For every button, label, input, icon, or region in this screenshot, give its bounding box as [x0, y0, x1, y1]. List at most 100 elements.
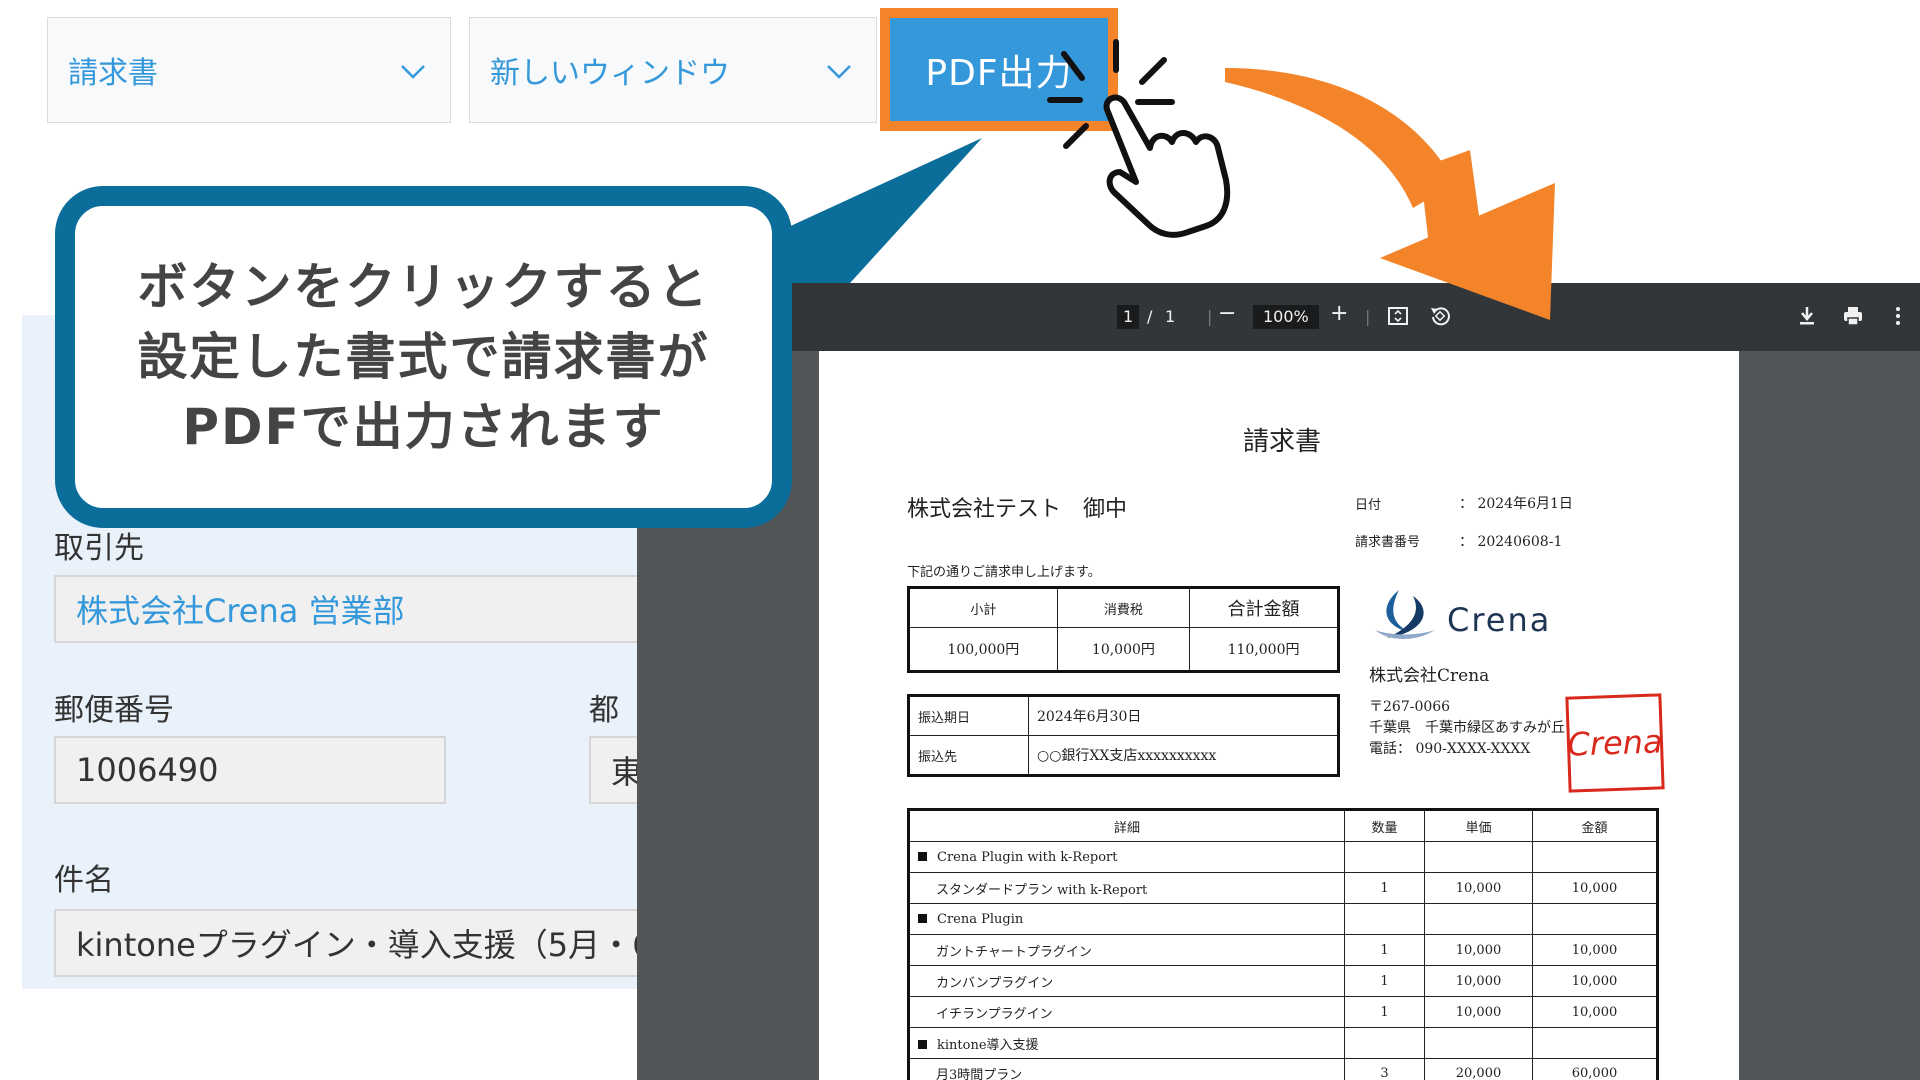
- item-name: スタンダードプラン with k-Report: [908, 872, 1345, 904]
- date-value: ： 2024年6月1日: [1459, 496, 1573, 512]
- subtotal-header: 小計: [908, 587, 1058, 628]
- detail-header: 詳細: [908, 809, 1345, 842]
- item-qty: [1344, 1027, 1425, 1059]
- window-select-value: 新しいウィンドウ: [490, 56, 730, 91]
- invoice-recipient: 株式会社テスト 御中: [907, 497, 1128, 522]
- tax-value: 10,000円: [1056, 627, 1191, 672]
- issuer-address: 千葉県 千葉市緑区あすみが丘: [1369, 720, 1565, 736]
- company-seal-stamp: Crena: [1565, 693, 1665, 793]
- item-amount: 10,000: [1532, 996, 1658, 1028]
- bank-label: 振込先: [908, 735, 1029, 776]
- crena-logo-text: Crena: [1447, 601, 1552, 639]
- invoice-intro: 下記の通りご請求申し上げます。: [907, 565, 1101, 580]
- due-date-value: 2024年6月30日: [1028, 695, 1339, 736]
- page-separator: /: [1147, 307, 1153, 326]
- due-date-label: 振込期日: [908, 695, 1029, 736]
- item-price: 20,000: [1424, 1058, 1533, 1080]
- table-row: 月3時間プラン 3 20,000 60,000: [908, 1058, 1658, 1080]
- quantity-header: 数量: [1344, 809, 1425, 842]
- amount-header: 金額: [1532, 809, 1658, 842]
- callout-line-2: 設定した書式で請求書が: [137, 328, 710, 386]
- unit-price-header: 単価: [1424, 809, 1533, 842]
- download-icon[interactable]: [1797, 305, 1817, 327]
- item-qty: 1: [1344, 934, 1425, 966]
- item-price: 10,000: [1424, 934, 1533, 966]
- pdf-viewer: 1 / 1 | − 100% + | 請求書 株式会社テスト 御中 日付 ： 2…: [637, 283, 1920, 1080]
- issuer-phone: 電話： 090-XXXX-XXXX: [1369, 741, 1531, 757]
- click-pointer-icon: [1047, 39, 1231, 238]
- summary-table: 小計 消費税 合計金額 100,000円 10,000円 110,000円: [907, 586, 1340, 673]
- item-name: カンバンプラグイン: [908, 965, 1345, 997]
- pdf-page: 請求書 株式会社テスト 御中 日付 ： 2024年6月1日 請求書番号 ： 20…: [819, 351, 1739, 1080]
- bank-value: ○○銀行XX支店xxxxxxxxxx: [1028, 735, 1339, 776]
- chevron-down-icon: [827, 65, 851, 79]
- table-row: イチランプラグイン 1 10,000 10,000: [908, 996, 1658, 1028]
- more-options-icon[interactable]: [1894, 305, 1902, 327]
- print-icon[interactable]: [1842, 305, 1864, 327]
- detail-table: 詳細 数量 単価 金額 Crena Plugin with k-Report ス…: [907, 808, 1659, 1080]
- table-row: ガントチャートプラグイン 1 10,000 10,000: [908, 934, 1658, 966]
- bullet-square-icon: [918, 851, 927, 861]
- item-name: イチランプラグイン: [908, 996, 1345, 1028]
- table-row: Crena Plugin with k-Report: [908, 841, 1658, 873]
- chevron-down-icon: [401, 65, 425, 79]
- table-row: スタンダードプラン with k-Report 1 10,000 10,000: [908, 872, 1658, 904]
- item-price: [1424, 903, 1533, 935]
- item-name: kintone導入支援: [937, 1037, 1039, 1053]
- total-value: 110,000円: [1189, 627, 1339, 672]
- callout-line-1: ボタンをクリックすると: [137, 258, 710, 316]
- item-price: 10,000: [1424, 996, 1533, 1028]
- subject-label: 件名: [54, 863, 114, 898]
- item-amount: [1532, 1027, 1658, 1059]
- tax-header: 消費税: [1056, 587, 1191, 628]
- page-total: 1: [1165, 307, 1176, 326]
- subtotal-value: 100,000円: [908, 627, 1058, 672]
- invoice-title: 請求書: [1243, 427, 1322, 457]
- date-label: 日付: [1355, 498, 1382, 513]
- item-name: Crena Plugin: [937, 911, 1024, 927]
- item-qty: 3: [1344, 1058, 1425, 1080]
- issuer-company: 株式会社Crena: [1369, 666, 1490, 686]
- item-name: ガントチャートプラグイン: [908, 934, 1345, 966]
- item-price: [1424, 841, 1533, 873]
- item-qty: 1: [1344, 872, 1425, 904]
- total-header: 合計金額: [1189, 587, 1339, 628]
- window-select[interactable]: 新しいウィンドウ: [469, 17, 877, 123]
- client-label: 取引先: [54, 531, 144, 566]
- item-amount: 10,000: [1532, 872, 1658, 904]
- item-qty: [1344, 903, 1425, 935]
- item-price: [1424, 1027, 1533, 1059]
- bullet-square-icon: [918, 913, 927, 923]
- crena-logo-icon: [1375, 590, 1435, 639]
- item-amount: 60,000: [1532, 1058, 1658, 1080]
- template-select-value: 請求書: [68, 56, 158, 91]
- item-qty: 1: [1344, 965, 1425, 997]
- item-price: 10,000: [1424, 872, 1533, 904]
- table-row: カンバンプラグイン 1 10,000 10,000: [908, 965, 1658, 997]
- payment-table: 振込期日 2024年6月30日 振込先 ○○銀行XX支店xxxxxxxxxx: [907, 694, 1340, 777]
- issuer-postal: 〒267-0066: [1369, 699, 1451, 715]
- callout-line-3: PDFで出力されます: [182, 398, 665, 456]
- postal-field[interactable]: 1006490: [54, 736, 446, 804]
- bullet-square-icon: [918, 1039, 927, 1049]
- item-qty: [1344, 841, 1425, 873]
- table-row: kintone導入支援: [908, 1027, 1658, 1059]
- postal-label: 郵便番号: [54, 693, 174, 728]
- invoice-number-value: ： 20240608-1: [1459, 534, 1563, 550]
- toolbar-divider: |: [1207, 307, 1213, 326]
- item-amount: 10,000: [1532, 965, 1658, 997]
- item-name: Crena Plugin with k-Report: [937, 849, 1118, 865]
- callout-bubble: ボタンをクリックすると 設定した書式で請求書が PDFで出力されます: [55, 186, 792, 528]
- item-qty: 1: [1344, 996, 1425, 1028]
- subject-field[interactable]: kintoneプラグイン・導入支援（5月・6月: [54, 909, 674, 977]
- page-number-input[interactable]: 1: [1117, 305, 1140, 329]
- template-select[interactable]: 請求書: [47, 17, 451, 123]
- table-row: Crena Plugin: [908, 903, 1658, 935]
- item-amount: [1532, 841, 1658, 873]
- item-amount: 10,000: [1532, 934, 1658, 966]
- invoice-number-label: 請求書番号: [1355, 535, 1421, 550]
- arrow-icon: [1225, 68, 1555, 320]
- client-field[interactable]: 株式会社Crena 営業部: [54, 575, 674, 643]
- item-price: 10,000: [1424, 965, 1533, 997]
- item-name: 月3時間プラン: [908, 1058, 1345, 1080]
